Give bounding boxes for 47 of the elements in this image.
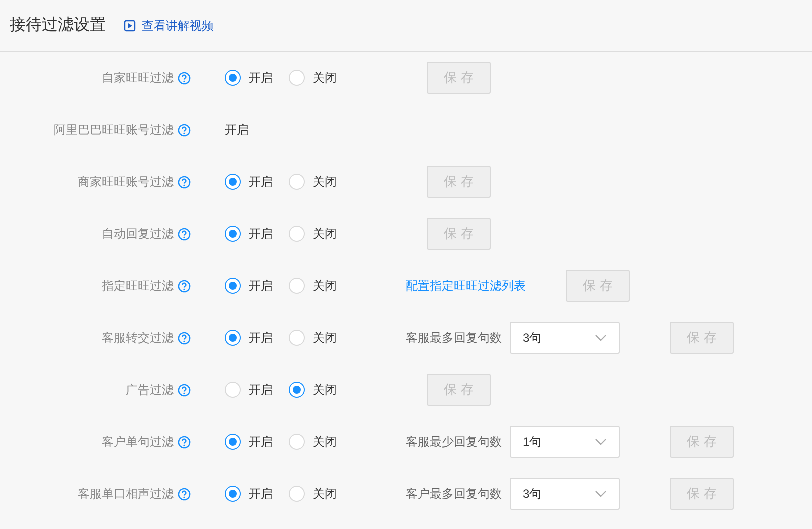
- setting-value: 开启: [225, 122, 249, 139]
- setting-label: 自家旺旺过滤: [102, 70, 174, 87]
- help-icon[interactable]: [178, 124, 191, 136]
- radio-option[interactable]: 关闭: [289, 381, 353, 399]
- help-icon[interactable]: [178, 176, 191, 188]
- setting-label: 指定旺旺过滤: [102, 278, 174, 295]
- radio-option[interactable]: 关闭: [289, 277, 353, 295]
- radio-option[interactable]: 开启: [225, 277, 289, 295]
- radio-option[interactable]: 关闭: [289, 173, 353, 191]
- setting-label: 广告过滤: [126, 382, 174, 399]
- help-icon[interactable]: [178, 332, 191, 344]
- setting-label: 客服单口相声过滤: [78, 486, 174, 503]
- count-select[interactable]: 3句: [510, 322, 620, 354]
- setting-label: 客户单句过滤: [102, 434, 174, 451]
- setting-label: 客服转交过滤: [102, 330, 174, 347]
- select-label: 客服最多回复句数: [406, 330, 503, 347]
- help-icon[interactable]: [178, 228, 191, 240]
- radio-option[interactable]: 关闭: [289, 433, 353, 451]
- help-icon[interactable]: [178, 384, 191, 396]
- help-icon[interactable]: [178, 488, 191, 500]
- count-select[interactable]: 1句: [510, 426, 620, 458]
- radio-option[interactable]: 关闭: [289, 225, 353, 243]
- setting-label: 商家旺旺账号过滤: [78, 174, 174, 191]
- radio-option[interactable]: 开启: [225, 225, 289, 243]
- radio-option[interactable]: 开启: [225, 69, 289, 87]
- help-icon[interactable]: [178, 280, 191, 292]
- chevron-down-icon: [595, 334, 607, 342]
- video-link[interactable]: 查看讲解视频: [124, 16, 214, 34]
- select-label: 客户最多回复句数: [406, 486, 503, 503]
- radio-option[interactable]: 开启: [225, 485, 289, 503]
- radio-option[interactable]: 开启: [225, 329, 289, 347]
- chevron-down-icon: [595, 438, 607, 446]
- select-label: 客服最少回复句数: [406, 434, 503, 451]
- play-icon: [124, 20, 136, 32]
- setting-label: 自动回复过滤: [102, 226, 174, 243]
- help-icon[interactable]: [178, 72, 191, 84]
- radio-option[interactable]: 关闭: [289, 329, 353, 347]
- count-select[interactable]: 3句: [510, 478, 620, 510]
- page-title: 接待过滤设置: [10, 16, 106, 36]
- radio-option[interactable]: 关闭: [289, 69, 353, 87]
- radio-option[interactable]: 开启: [225, 173, 289, 191]
- radio-option[interactable]: 开启: [225, 433, 289, 451]
- help-icon[interactable]: [178, 436, 191, 448]
- radio-option[interactable]: 开启: [225, 381, 289, 399]
- radio-option[interactable]: 关闭: [289, 485, 353, 503]
- setting-label: 阿里巴巴旺旺账号过滤: [54, 122, 174, 139]
- chevron-down-icon: [595, 490, 607, 498]
